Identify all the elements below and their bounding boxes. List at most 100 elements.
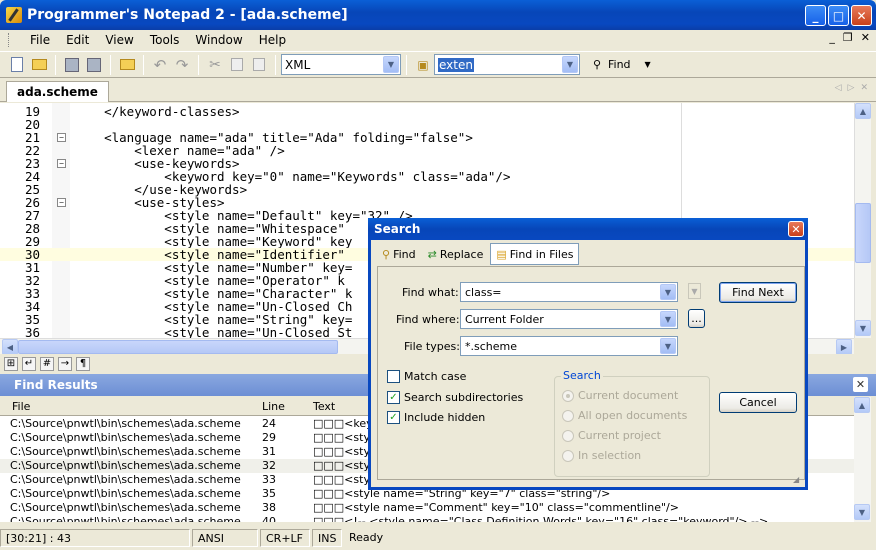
chevron-down-icon[interactable]: ▼ [383, 56, 399, 73]
copy-icon[interactable] [228, 56, 246, 74]
result-line: 32 [262, 459, 276, 472]
match-case-checkbox[interactable]: Match case [387, 370, 466, 383]
resize-grip-icon[interactable]: ◢ [793, 475, 803, 485]
table-row[interactable]: C:\Source\pnwtl\bin\schemes\ada.scheme 38… [0, 501, 854, 515]
find-dropdown-icon[interactable]: ▼ [645, 60, 651, 69]
open-file-icon[interactable] [30, 56, 48, 74]
scroll-right-icon[interactable]: ▶ [836, 339, 852, 355]
match-case-box[interactable] [387, 370, 400, 383]
tab-replace[interactable]: ⇄ Replace [423, 243, 489, 265]
save-icon[interactable] [63, 56, 81, 74]
search-scope-group: Search Current document All open documen… [554, 369, 710, 477]
menu-view[interactable]: View [97, 33, 141, 47]
scroll-down-icon[interactable]: ▼ [855, 320, 871, 336]
radio-current-project: Current project [562, 429, 661, 442]
find-button[interactable]: Find [608, 58, 631, 71]
fold-toggle-icon[interactable]: − [57, 159, 66, 168]
scroll-up-icon[interactable]: ▲ [854, 397, 870, 413]
radio-all-open-documents: All open documents [562, 409, 687, 422]
tab-find[interactable]: ⚲ Find [377, 243, 421, 265]
mdi-close-button[interactable]: ✕ [861, 31, 870, 44]
menu-help[interactable]: Help [251, 33, 294, 47]
mdi-restore-button[interactable]: ❐ [843, 31, 853, 44]
table-row[interactable]: C:\Source\pnwtl\bin\schemes\ada.scheme 40… [0, 515, 854, 522]
quick-find-input[interactable]: exten ▼ [434, 54, 580, 75]
file-types-input[interactable]: *.scheme ▼ [460, 336, 678, 356]
wordwrap-icon[interactable]: ⊞ [4, 356, 18, 371]
eol-icon[interactable]: ¶ [76, 356, 90, 371]
menu-edit[interactable]: Edit [58, 33, 97, 47]
editor-vscroll-thumb[interactable] [855, 203, 871, 263]
regex-helper-icon[interactable]: ▼ [688, 283, 701, 299]
menu-window[interactable]: Window [187, 33, 250, 47]
undo-icon[interactable]: ↶ [151, 56, 169, 74]
dialog-close-button[interactable]: ✕ [788, 221, 804, 237]
minimize-button[interactable]: _ [805, 5, 826, 26]
result-line: 24 [262, 417, 276, 430]
scroll-up-icon[interactable]: ▲ [855, 103, 871, 119]
find-where-input[interactable]: Current Folder ▼ [460, 309, 678, 329]
chevron-down-icon[interactable]: ▼ [660, 284, 676, 300]
linewrap-icon[interactable]: ↵ [22, 356, 36, 371]
results-vscroll[interactable]: ▲ ▼ [854, 397, 871, 522]
search-dialog-titlebar: Search ✕ [368, 218, 808, 240]
scheme-select[interactable]: XML ▼ [281, 54, 401, 75]
column-text[interactable]: Text [313, 400, 335, 413]
code-line[interactable]: 19 </keyword-classes> [0, 105, 854, 118]
checkmark-icon[interactable]: ✓ [387, 391, 400, 404]
fold-toggle-icon[interactable]: − [57, 133, 66, 142]
find-binoculars-icon[interactable]: ▣ [414, 56, 432, 74]
menu-file[interactable]: File [22, 33, 58, 47]
editor-hscroll-thumb[interactable] [18, 340, 338, 354]
cut-icon[interactable]: ✂ [206, 56, 224, 74]
new-file-icon[interactable] [8, 56, 26, 74]
find-what-label: Find what: [402, 286, 459, 299]
include-hidden-checkbox[interactable]: ✓ Include hidden [387, 411, 485, 424]
column-line[interactable]: Line [262, 400, 285, 413]
radio-current-document-label: Current document [578, 389, 679, 402]
open-project-icon[interactable] [118, 56, 136, 74]
redo-icon[interactable]: ↷ [173, 56, 191, 74]
paste-icon[interactable] [250, 56, 268, 74]
scroll-down-icon[interactable]: ▼ [854, 504, 870, 520]
maximize-button[interactable]: □ [828, 5, 849, 26]
tab-replace-label: Replace [439, 247, 484, 261]
search-subdirs-checkbox[interactable]: ✓ Search subdirectories [387, 391, 523, 404]
scheme-select-value: XML [285, 57, 311, 72]
result-line: 31 [262, 445, 276, 458]
menu-tools[interactable]: Tools [142, 33, 188, 47]
chevron-down-icon[interactable]: ▼ [660, 311, 676, 327]
close-icon[interactable]: ✕ [853, 377, 868, 392]
tab-prev-icon[interactable]: ◁ [835, 83, 842, 93]
mdi-minimize-button[interactable]: _ [829, 31, 835, 44]
search-tabs: ⚲ Find ⇄ Replace ▤ Find in Files [377, 243, 580, 265]
browse-button[interactable]: ... [688, 309, 705, 328]
chevron-down-icon[interactable]: ▼ [562, 56, 578, 73]
fold-toggle-icon[interactable]: − [57, 198, 66, 207]
radio-icon [562, 409, 574, 422]
scroll-left-icon[interactable]: ◀ [2, 339, 18, 355]
save-all-icon[interactable] [85, 56, 103, 74]
window-title: Programmer's Notepad 2 - [ada.scheme] [27, 7, 348, 23]
radio-all-open-documents-label: All open documents [578, 409, 688, 422]
tab-find-in-files[interactable]: ▤ Find in Files [490, 243, 580, 265]
tab-close-icon[interactable]: ✕ [860, 83, 868, 93]
find-icon[interactable]: ⚲ [588, 56, 606, 74]
column-file[interactable]: File [12, 400, 30, 413]
result-line: 40 [262, 515, 276, 522]
find-next-button[interactable]: Find Next [719, 282, 797, 303]
status-position: [30:21] : 43 [0, 529, 190, 547]
radio-in-selection: In selection [562, 449, 641, 462]
tab-next-icon[interactable]: ▷ [848, 83, 855, 93]
cancel-button[interactable]: Cancel [719, 392, 797, 413]
tab-ada-scheme[interactable]: ada.scheme [6, 81, 109, 102]
find-what-input[interactable]: class= ▼ [460, 282, 678, 302]
editor-vscroll[interactable]: ▲ ▼ [854, 103, 871, 338]
whitespace-icon[interactable]: → [58, 356, 72, 371]
checkmark-icon[interactable]: ✓ [387, 411, 400, 424]
line-numbers-icon[interactable]: # [40, 356, 54, 371]
tab-find-label: Find [393, 247, 416, 261]
result-file: C:\Source\pnwtl\bin\schemes\ada.scheme [10, 501, 241, 514]
chevron-down-icon[interactable]: ▼ [660, 338, 676, 354]
close-button[interactable]: ✕ [851, 5, 872, 26]
